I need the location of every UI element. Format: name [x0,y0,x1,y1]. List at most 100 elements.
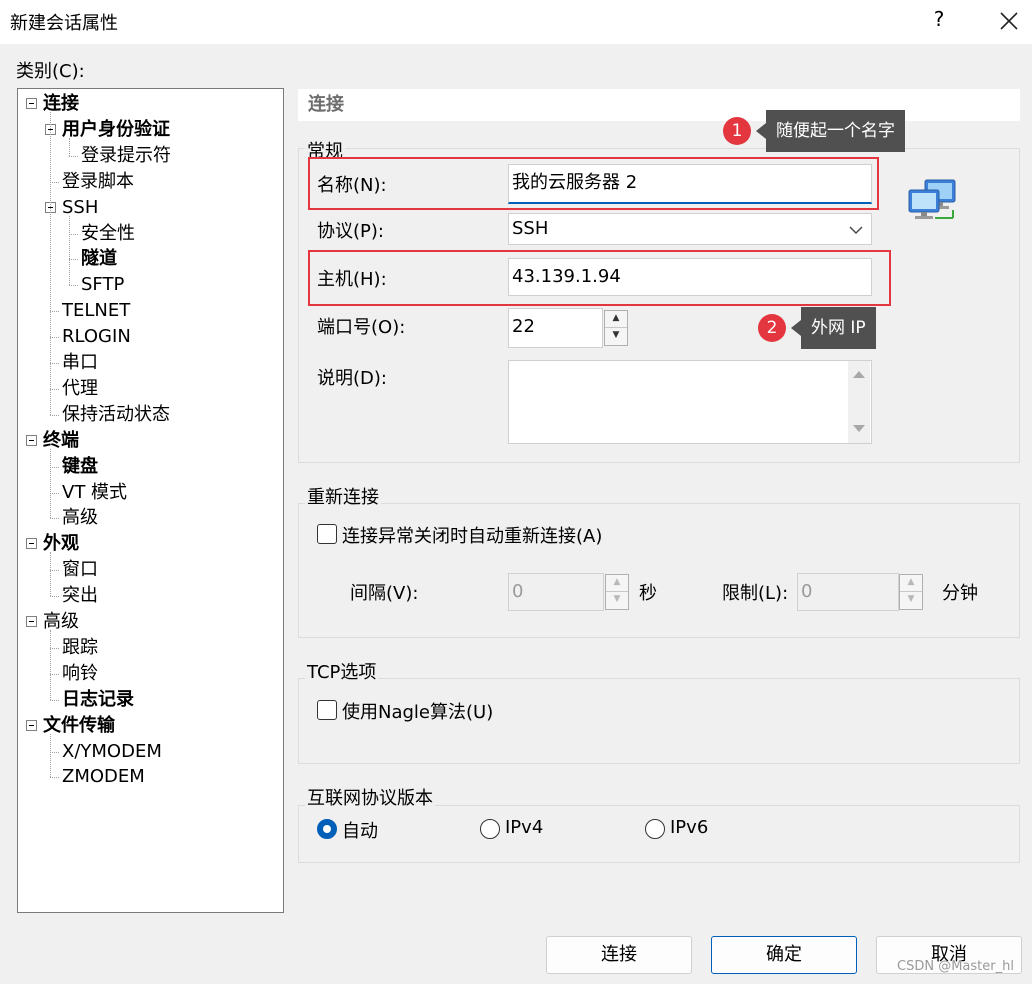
auto-reconnect-label[interactable]: 连接异常关闭时自动重新连接(A) [342,522,602,548]
host-highlight-box [308,250,891,306]
port-up-arrow-icon[interactable]: ▲ [605,311,627,328]
tree-guide [50,552,51,597]
tree-item[interactable]: 跟踪 [62,636,98,660]
tree-item[interactable]: 突出 [62,584,98,608]
nagle-label[interactable]: 使用Nagle算法(U) [342,698,493,724]
tree-item[interactable]: 安全性 [81,222,135,246]
tree-item[interactable]: 登录脚本 [62,170,134,194]
limit-up-arrow-icon[interactable]: ▲ [900,575,922,592]
tree-connector [50,751,59,753]
category-label: 类别(C): [16,61,85,82]
tree-item[interactable]: SFTP [81,273,124,297]
tree-connector [50,363,59,364]
tree-guide [50,448,51,519]
tree-item[interactable]: TELNET [62,299,130,323]
limit-down-arrow-icon[interactable]: ▼ [900,592,922,609]
tree-item[interactable]: 终端 [43,429,79,453]
close-button[interactable] [994,6,1024,36]
annotation-badge-1: 1 [723,117,751,145]
tree-expander-icon[interactable] [26,719,37,731]
tree-item[interactable]: 隧道 [81,247,117,271]
tree-expander-icon[interactable] [26,434,37,446]
ok-button[interactable]: 确定 [711,936,857,974]
limit-stepper[interactable]: ▲ ▼ [899,574,923,610]
scroll-up-icon[interactable] [853,371,865,378]
port-down-arrow-icon[interactable]: ▼ [605,328,627,345]
interval-up-arrow-icon[interactable]: ▲ [606,575,628,592]
tree-item[interactable]: RLOGIN [62,325,131,349]
limit-field[interactable]: 0 [797,573,899,611]
tree-item[interactable]: 窗口 [62,558,98,582]
tree-item[interactable]: 代理 [62,377,98,401]
ip-version-group-title: 互联网协议版本 [305,784,435,810]
help-button[interactable]: ? [925,7,953,35]
tree-item[interactable]: ZMODEM [62,765,145,789]
tree-connector [69,155,78,157]
ip-auto-radio[interactable] [317,819,337,839]
tree-guide [50,733,51,778]
port-stepper[interactable]: ▲ ▼ [604,310,628,346]
tree-expander-icon[interactable] [26,98,37,109]
ipv6-radio[interactable] [645,819,665,839]
protocol-label: 协议(P): [317,221,384,242]
interval-stepper[interactable]: ▲ ▼ [605,574,629,610]
tree-item[interactable]: 连接 [43,92,79,116]
tree-connector [50,699,59,701]
tree-expander-icon[interactable] [26,616,37,627]
tree-guide [50,630,51,700]
tree-item[interactable]: 高级 [43,610,79,634]
interval-down-arrow-icon[interactable]: ▼ [606,592,628,609]
section-header: 连接 [298,89,1020,121]
ipv6-label[interactable]: IPv6 [670,817,708,838]
ip-auto-label[interactable]: 自动 [342,817,378,843]
annotation-tooltip-2: 外网 IP [791,307,876,349]
port-field[interactable]: 22 [508,308,603,348]
auto-reconnect-checkbox[interactable] [317,524,337,544]
name-highlight-box [308,157,879,210]
interval-field[interactable]: 0 [508,573,604,611]
tree-item[interactable]: 串口 [62,351,98,375]
tree-connector [69,285,78,287]
title-bar [0,0,1032,44]
tree-item[interactable]: 文件传输 [43,714,115,738]
nagle-checkbox[interactable] [317,700,337,720]
window-title: 新建会话属性 [10,13,118,34]
tree-connector [50,777,59,779]
tree-item[interactable]: 保持活动状态 [62,403,170,427]
tree-guide [50,112,51,415]
tree-expander-icon[interactable] [26,538,37,550]
watermark: CSDN @Master_hl [897,959,1014,974]
tree-connector [50,518,59,520]
tree-connector [50,414,59,416]
protocol-value: SSH [512,218,549,239]
tree-item[interactable]: X/YMODEM [62,740,162,764]
tree-item[interactable]: 日志记录 [62,688,134,712]
tree-guide [69,215,70,286]
description-scrollbar[interactable] [848,361,870,443]
limit-label: 限制(L): [722,583,789,604]
tree-item[interactable]: VT 模式 [62,481,127,505]
tree-item[interactable]: 高级 [62,506,98,530]
tree-connector [50,673,59,675]
tree-item[interactable]: 键盘 [62,455,98,479]
connect-button[interactable]: 连接 [546,936,692,974]
description-field[interactable] [508,360,872,444]
annotation-badge-2: 2 [758,314,786,342]
tree-item[interactable]: 响铃 [62,662,98,686]
tree-connector [50,492,59,494]
tree-connector [50,181,59,183]
tcp-group-title: TCP选项 [305,658,379,684]
tree-connector [69,259,78,261]
scroll-down-icon[interactable] [853,425,865,432]
tree-connector [50,311,59,313]
tree-item[interactable]: 登录提示符 [81,144,171,168]
tree-item[interactable]: 外观 [43,532,79,556]
category-tree[interactable]: 连接 用户身份验证 登录提示符 登录脚本 SSH 安全性 隧道 SFTP TELNET RLOGI… [17,88,284,913]
tree-item[interactable]: SSH [62,196,98,220]
tree-item[interactable]: 用户身份验证 [62,118,170,142]
tree-connector [50,570,59,572]
ipv4-radio[interactable] [480,819,500,839]
ipv4-label[interactable]: IPv4 [505,817,543,838]
protocol-select[interactable]: SSH [508,213,872,245]
tree-connector [69,233,78,235]
